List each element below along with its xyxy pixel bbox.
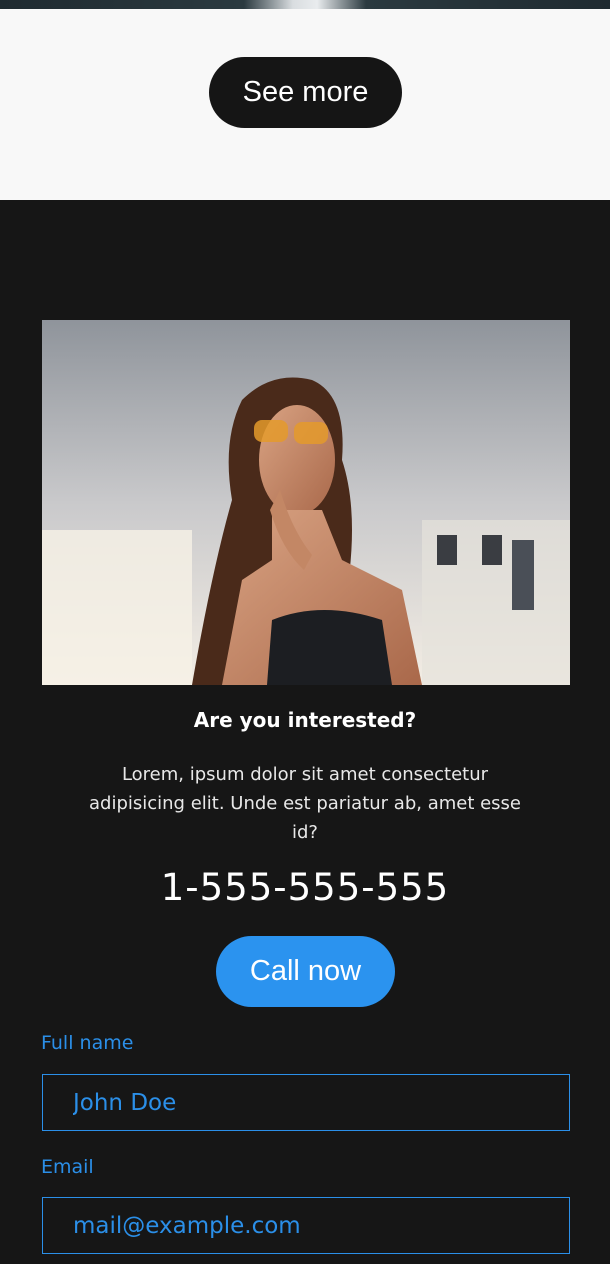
email-input[interactable]: [42, 1197, 570, 1254]
phone-number: 1-555-555-555: [160, 866, 450, 909]
see-more-button[interactable]: See more: [209, 57, 402, 128]
top-image-strip: [0, 0, 610, 9]
full-name-label: Full name: [41, 1032, 134, 1054]
gallery-footer-section: See more: [0, 9, 610, 200]
full-name-input[interactable]: [42, 1074, 570, 1131]
contact-section: Are you interested? Lorem, ipsum dolor s…: [0, 200, 610, 1264]
call-now-button[interactable]: Call now: [216, 936, 395, 1007]
email-label: Email: [41, 1156, 94, 1178]
contact-description: Lorem, ipsum dolor sit amet consectetur …: [88, 764, 522, 843]
woman-sunglasses-photo: [42, 320, 570, 685]
contact-heading: Are you interested?: [193, 708, 417, 732]
